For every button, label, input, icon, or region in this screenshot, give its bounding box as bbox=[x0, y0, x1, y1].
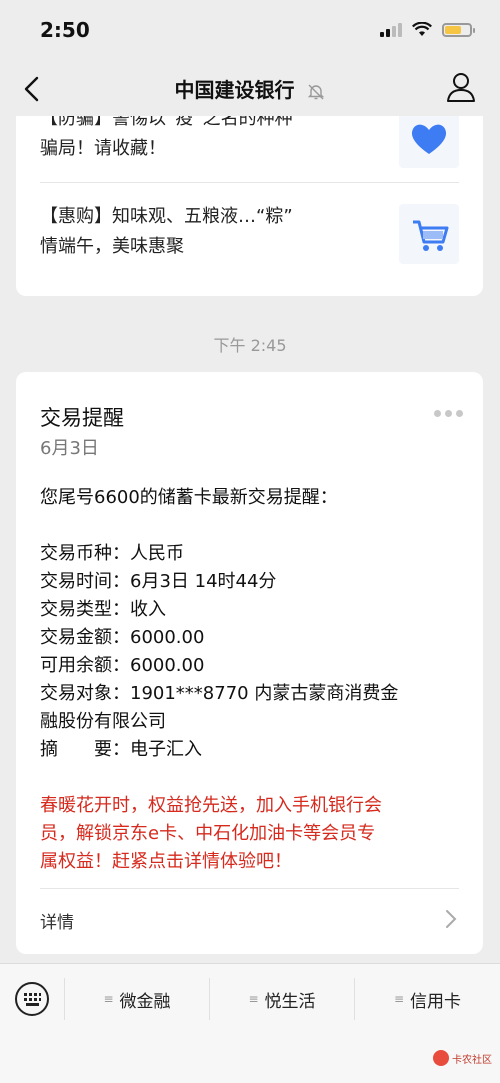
field-value: 1901***8770 内蒙古蒙商消费金 bbox=[130, 683, 399, 704]
message-timestamp: 下午 2:45 bbox=[213, 336, 287, 355]
field-label: 摘 要： bbox=[40, 739, 130, 760]
field-row: 交易类型：收入 bbox=[40, 596, 460, 624]
page-title: 中国建设银行 bbox=[174, 78, 295, 102]
divider bbox=[40, 888, 459, 889]
promo-line: 属权益！赶紧点击详情体验吧！ bbox=[40, 851, 292, 872]
promo-text: 春暖花开时，权益抢先送，加入手机银行会 员，解锁京东e卡、中石化加油卡等会员专 … bbox=[40, 792, 460, 876]
field-value: 融股份有限公司 bbox=[40, 711, 166, 732]
news-line: 【惠购】知味观、五粮液…“粽” bbox=[40, 206, 293, 227]
message-intro: 您尾号6600的储蓄卡最新交易提醒： bbox=[40, 487, 338, 508]
wifi-icon bbox=[412, 22, 432, 36]
keyboard-icon[interactable] bbox=[14, 981, 50, 1017]
detail-link[interactable]: 详情 bbox=[40, 904, 459, 938]
news-item[interactable]: 【防骗】警惕以“疫”之名的种种 骗局！请收藏！ bbox=[40, 116, 459, 174]
field-value: 6000.00 bbox=[130, 655, 205, 676]
home-indicator-area bbox=[0, 1033, 500, 1083]
battery-icon bbox=[442, 22, 475, 37]
menu-yueshenghuo[interactable]: ≡ 悦生活 bbox=[210, 964, 354, 1034]
field-list: 交易币种：人民币 交易时间：6月3日 14时44分 交易类型：收入 交易金额：6… bbox=[40, 540, 460, 764]
field-value: 人民币 bbox=[130, 543, 184, 564]
field-row: 可用余额：6000.00 bbox=[40, 652, 460, 680]
field-label: 交易类型： bbox=[40, 599, 130, 620]
more-options-icon[interactable] bbox=[434, 410, 463, 417]
news-line: 【防骗】警惕以“疫”之名的种种 bbox=[40, 116, 293, 129]
field-row: 交易时间：6月3日 14时44分 bbox=[40, 568, 460, 596]
news-line: 情端午，美味惠聚 bbox=[40, 236, 184, 257]
watermark: 卡农社区 bbox=[433, 1050, 492, 1066]
message-title: 交易提醒 bbox=[40, 406, 124, 430]
menu-label: 悦生活 bbox=[264, 991, 316, 1012]
heart-icon bbox=[399, 116, 459, 168]
news-card: 【防骗】警惕以“疫”之名的种种 骗局！请收藏！ 【惠购】知味观、五粮液…“粽” … bbox=[16, 116, 483, 296]
field-row: 摘 要：电子汇入 bbox=[40, 736, 460, 764]
user-icon[interactable] bbox=[444, 70, 478, 104]
field-label: 交易金额： bbox=[40, 627, 130, 648]
transaction-card[interactable]: 交易提醒 6月3日 您尾号6600的储蓄卡最新交易提醒： 交易币种：人民币 交易… bbox=[16, 372, 483, 954]
field-label: 可用余额： bbox=[40, 655, 130, 676]
message-date: 6月3日 bbox=[40, 438, 99, 459]
shopping-cart-icon bbox=[399, 204, 459, 264]
field-value: 6000.00 bbox=[130, 627, 205, 648]
bottom-menu-bar: ≡ 微金融 ≡ 悦生活 ≡ 信用卡 bbox=[0, 963, 500, 1034]
divider bbox=[40, 182, 459, 183]
nav-title-wrap: 中国建设银行 bbox=[0, 74, 500, 103]
menu-list-icon: ≡ bbox=[393, 992, 405, 1006]
field-row: 交易币种：人民币 bbox=[40, 540, 460, 568]
field-label: 交易对象： bbox=[40, 683, 130, 704]
promo-line: 春暖花开时，权益抢先送，加入手机银行会 bbox=[40, 795, 382, 816]
news-text: 【惠购】知味观、五粮液…“粽” 情端午，美味惠聚 bbox=[40, 202, 360, 262]
signal-icon bbox=[380, 22, 402, 37]
menu-list-icon: ≡ bbox=[103, 992, 114, 1006]
menu-xinyongka[interactable]: ≡ 信用卡 bbox=[355, 964, 500, 1034]
promo-line: 员，解锁京东e卡、中石化加油卡等会员专 bbox=[40, 823, 376, 844]
menu-label: 微金融 bbox=[119, 991, 171, 1012]
watermark-logo-icon bbox=[433, 1050, 449, 1066]
field-value: 电子汇入 bbox=[130, 739, 202, 760]
field-value: 收入 bbox=[130, 599, 166, 620]
news-text: 【防骗】警惕以“疫”之名的种种 骗局！请收藏！ bbox=[40, 116, 360, 164]
mute-bell-icon bbox=[308, 84, 325, 99]
status-bar: 2:50 bbox=[0, 0, 500, 62]
menu-list-icon: ≡ bbox=[248, 992, 259, 1006]
nav-bar: 中国建设银行 bbox=[0, 62, 500, 116]
menu-label: 信用卡 bbox=[410, 991, 462, 1012]
detail-label: 详情 bbox=[40, 913, 74, 933]
news-line: 骗局！请收藏！ bbox=[40, 138, 166, 159]
menu-weijinrong[interactable]: ≡ 微金融 bbox=[65, 964, 209, 1034]
field-row: 融股份有限公司 bbox=[40, 708, 460, 736]
news-item[interactable]: 【惠购】知味观、五粮液…“粽” 情端午，美味惠聚 bbox=[40, 202, 459, 272]
watermark-text: 卡农社区 bbox=[452, 1054, 492, 1066]
chevron-right-icon bbox=[446, 910, 457, 928]
field-label: 交易币种： bbox=[40, 543, 130, 564]
field-value: 6月3日 14时44分 bbox=[130, 571, 277, 592]
status-icons bbox=[380, 22, 475, 37]
field-row: 交易对象：1901***8770 内蒙古蒙商消费金 bbox=[40, 680, 460, 708]
field-label: 交易时间： bbox=[40, 571, 130, 592]
status-time: 2:50 bbox=[40, 18, 90, 42]
field-row: 交易金额：6000.00 bbox=[40, 624, 460, 652]
